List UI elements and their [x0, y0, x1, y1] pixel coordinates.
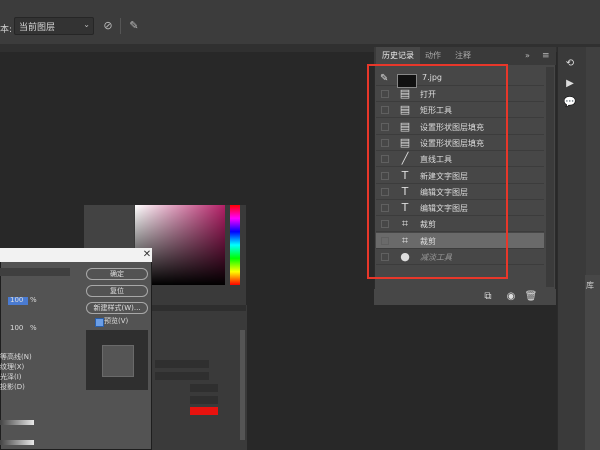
comment-icon[interactable]: 💬: [561, 95, 579, 111]
collapse-panel-icon[interactable]: »: [525, 47, 537, 65]
libraries-panel: [585, 275, 600, 450]
delete-icon[interactable]: 🗑: [524, 290, 538, 304]
play-action-icon[interactable]: ▶: [561, 76, 579, 92]
brush-pressure-icon[interactable]: ✎: [126, 18, 142, 34]
ok-button[interactable]: 确定: [86, 268, 148, 280]
new-document-from-state-icon[interactable]: ⧉: [481, 290, 495, 304]
properties-divider: [150, 305, 246, 311]
new-style-button[interactable]: 新建样式(W)...: [86, 302, 148, 314]
tab-history[interactable]: 历史记录: [376, 47, 420, 65]
size-unit: %: [30, 324, 37, 332]
sample-layers-select[interactable]: 当前图层 ⌄: [14, 17, 94, 35]
texture-label: 纹理(X): [0, 363, 25, 371]
options-divider: [120, 18, 121, 34]
sample-select-value: 当前图层: [19, 23, 56, 33]
properties-scrollbar[interactable]: [240, 330, 245, 440]
new-snapshot-icon[interactable]: ◉: [504, 290, 518, 304]
history-scrollbar[interactable]: [546, 67, 554, 287]
property-field[interactable]: [155, 360, 209, 368]
gradient-slider[interactable]: [0, 440, 34, 445]
style-preview-swatch: [102, 345, 134, 377]
history-panel-icon[interactable]: ⟲: [561, 56, 579, 72]
fill-color-swatch[interactable]: [190, 407, 218, 415]
contour-label: 等高线(N): [0, 353, 32, 361]
libraries-tab[interactable]: 库: [586, 280, 594, 291]
annotation-highlight-box: [367, 64, 508, 279]
opacity-unit: %: [30, 296, 37, 304]
sample-all-layers-icon[interactable]: ⊘: [100, 18, 116, 34]
reset-button[interactable]: 复位: [86, 285, 148, 297]
property-field[interactable]: [155, 372, 209, 380]
satin-label: 光泽(I): [0, 373, 22, 381]
dialog-field[interactable]: [0, 268, 70, 276]
tab-actions[interactable]: 动作: [425, 47, 441, 65]
sample-label: 本:: [0, 25, 13, 35]
panel-menu-icon[interactable]: ≡: [542, 47, 554, 65]
close-icon[interactable]: ✕: [141, 248, 153, 262]
preview-checkbox[interactable]: [95, 318, 104, 327]
size-value: 100: [10, 324, 24, 332]
gradient-slider[interactable]: [0, 420, 34, 425]
chevron-down-icon: ⌄: [83, 20, 90, 29]
property-field[interactable]: [190, 396, 218, 404]
drop-shadow-label: 投影(D): [0, 383, 25, 391]
property-field[interactable]: [190, 384, 218, 392]
hue-slider[interactable]: [230, 205, 240, 285]
preview-label: 预览(V): [104, 317, 129, 325]
dialog-titlebar[interactable]: [0, 248, 152, 262]
tab-notes[interactable]: 注释: [455, 47, 471, 65]
opacity-value: 100: [10, 296, 24, 304]
